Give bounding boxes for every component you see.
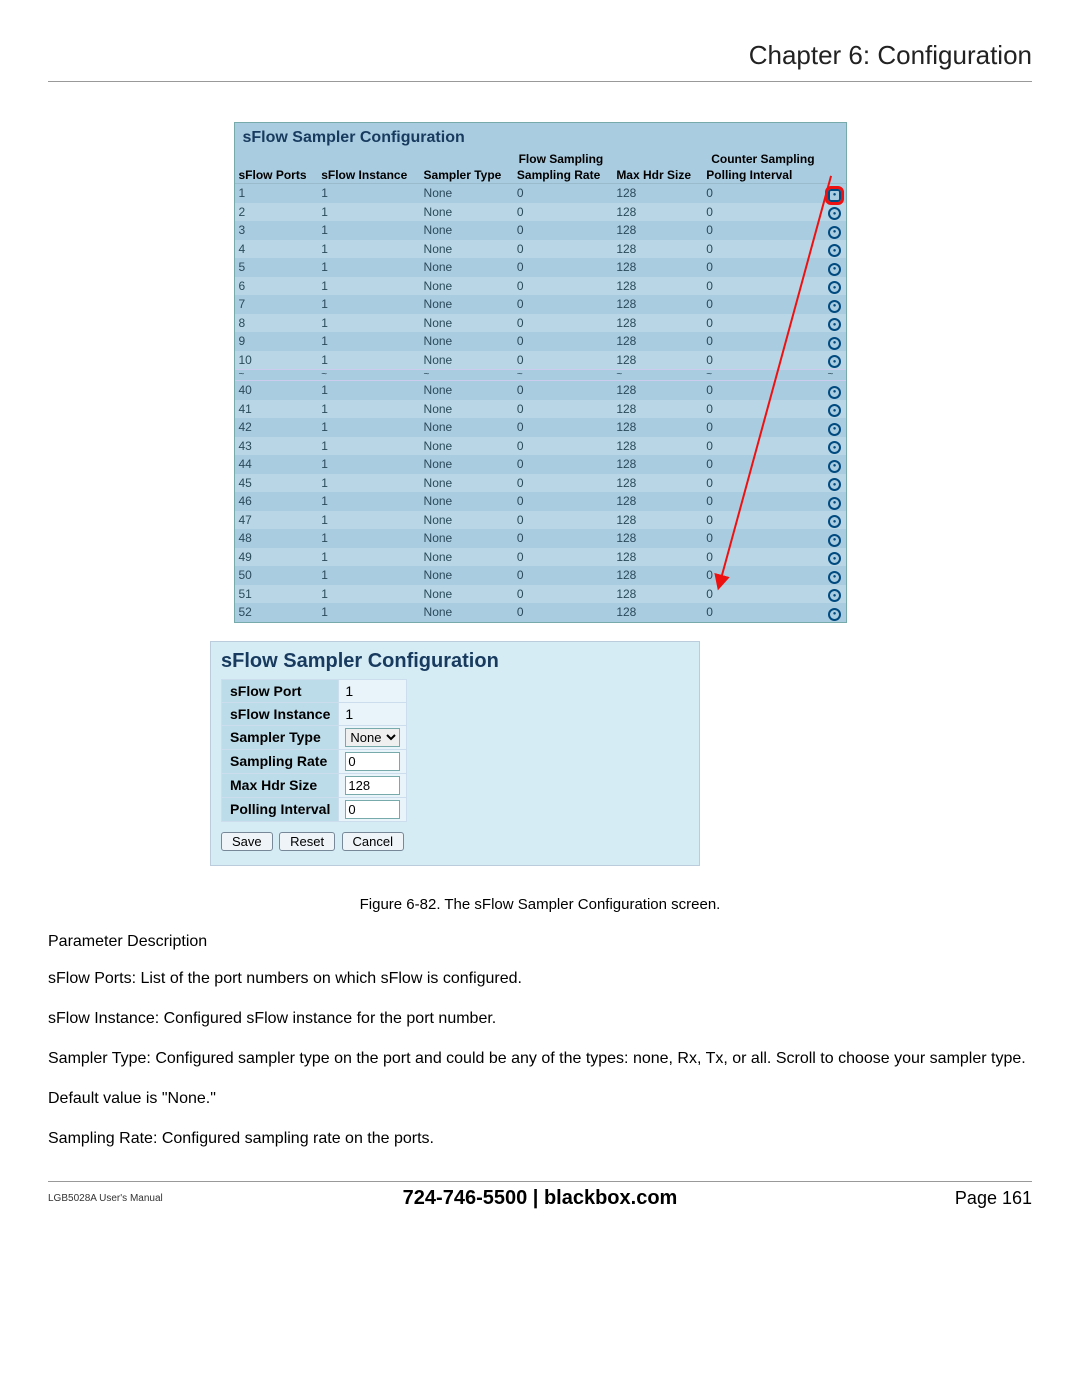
table-row: 31None01280 <box>235 221 846 240</box>
table-row: 81None01280 <box>235 314 846 333</box>
param-sflow-instance: sFlow Instance: Configured sFlow instanc… <box>48 1007 1032 1031</box>
col-sampling-rate: Sampling Rate <box>513 167 612 184</box>
table-row: 521None01280 <box>235 603 846 622</box>
lbl-sampling-rate: Sampling Rate <box>222 749 339 773</box>
edit-icon[interactable] <box>828 571 841 584</box>
table-row: 421None01280 <box>235 418 846 437</box>
edit-icon[interactable] <box>828 515 841 528</box>
table-row: 51None01280 <box>235 258 846 277</box>
table-row: 431None01280 <box>235 437 846 456</box>
save-button[interactable]: Save <box>221 832 273 851</box>
edit-icon[interactable] <box>828 478 841 491</box>
footer-manual: LGB5028A User's Manual <box>48 1193 163 1204</box>
footer-contact: 724-746-5500 | blackbox.com <box>403 1187 678 1210</box>
lbl-sampler-type: Sampler Type <box>222 725 339 749</box>
col-ports: sFlow Ports <box>235 151 318 184</box>
edit-icon[interactable] <box>828 226 841 239</box>
edit-icon[interactable] <box>828 404 841 417</box>
table-row: 91None01280 <box>235 332 846 351</box>
edit-icon[interactable] <box>828 460 841 473</box>
edit-icon[interactable] <box>828 263 841 276</box>
edit-icon[interactable] <box>828 589 841 602</box>
col-instance: sFlow Instance <box>317 151 419 184</box>
val-sflow-instance: 1 <box>339 702 407 725</box>
input-sampling-rate[interactable] <box>345 752 400 771</box>
table-row: 411None01280 <box>235 400 846 419</box>
edit-icon[interactable] <box>828 552 841 565</box>
edit-icon[interactable] <box>828 497 841 510</box>
table-row: 471None01280 <box>235 511 846 530</box>
table-row: 61None01280 <box>235 277 846 296</box>
detail-title: sFlow Sampler Configuration <box>221 650 689 673</box>
edit-icon[interactable] <box>828 608 841 621</box>
table-row: 71None01280 <box>235 295 846 314</box>
table-row: 461None01280 <box>235 492 846 511</box>
table-row: 101None01280 <box>235 351 846 370</box>
edit-icon[interactable] <box>828 534 841 547</box>
colgroup-counter: Counter Sampling <box>702 151 823 167</box>
table-row: 41None01280 <box>235 240 846 259</box>
lbl-sflow-port: sFlow Port <box>222 679 339 702</box>
table1-title: sFlow Sampler Configuration <box>235 123 846 151</box>
edit-icon[interactable] <box>828 355 841 368</box>
colgroup-flow: Flow Sampling <box>420 151 703 167</box>
reset-button[interactable]: Reset <box>279 832 335 851</box>
footer-page: Page 161 <box>955 1188 1032 1209</box>
param-default: Default value is "None." <box>48 1087 1032 1111</box>
chapter-title: Chapter 6: Configuration <box>48 40 1032 82</box>
col-max-hdr: Max Hdr Size <box>612 167 702 184</box>
lbl-polling-interval: Polling Interval <box>222 797 339 821</box>
page-footer: LGB5028A User's Manual 724-746-5500 | bl… <box>48 1181 1032 1209</box>
detail-table: sFlow Port 1 sFlow Instance 1 Sampler Ty… <box>221 679 407 822</box>
edit-icon[interactable] <box>828 386 841 399</box>
edit-icon[interactable] <box>828 281 841 294</box>
table-row: 511None01280 <box>235 585 846 604</box>
table-row: 401None01280 <box>235 381 846 400</box>
select-sampler-type[interactable]: None <box>345 728 400 747</box>
param-sflow-ports: sFlow Ports: List of the port numbers on… <box>48 967 1032 991</box>
table-row: 441None01280 <box>235 455 846 474</box>
table-row: 451None01280 <box>235 474 846 493</box>
table-row: 491None01280 <box>235 548 846 567</box>
cancel-button[interactable]: Cancel <box>342 832 404 851</box>
col-sampler-type: Sampler Type <box>420 167 513 184</box>
edit-icon[interactable] <box>828 441 841 454</box>
lbl-sflow-instance: sFlow Instance <box>222 702 339 725</box>
edit-icon[interactable] <box>828 300 841 313</box>
edit-icon[interactable] <box>828 318 841 331</box>
edit-icon[interactable] <box>828 207 841 220</box>
figure-caption: Figure 6-82. The sFlow Sampler Configura… <box>48 896 1032 913</box>
sflow-ports-table: sFlow Ports sFlow Instance Flow Sampling… <box>235 151 846 622</box>
lbl-max-hdr: Max Hdr Size <box>222 773 339 797</box>
param-sampler-type: Sampler Type: Configured sampler type on… <box>48 1047 1032 1071</box>
edit-icon[interactable] <box>828 423 841 436</box>
col-polling: Polling Interval <box>702 167 823 184</box>
table-row: 11None01280 <box>235 184 846 203</box>
edit-icon[interactable] <box>828 337 841 350</box>
edit-icon[interactable] <box>828 189 841 202</box>
table-row: 481None01280 <box>235 529 846 548</box>
param-sampling-rate: Sampling Rate: Configured sampling rate … <box>48 1127 1032 1151</box>
main-table-screenshot: sFlow Sampler Configuration sFlow Ports … <box>234 122 847 623</box>
edit-icon[interactable] <box>828 244 841 257</box>
val-sflow-port: 1 <box>339 679 407 702</box>
detail-panel-screenshot: sFlow Sampler Configuration sFlow Port 1… <box>210 641 700 866</box>
input-max-hdr[interactable] <box>345 776 400 795</box>
input-polling-interval[interactable] <box>345 800 400 819</box>
table-row: 501None01280 <box>235 566 846 585</box>
table-row: 21None01280 <box>235 203 846 222</box>
param-desc-heading: Parameter Description <box>48 933 1032 951</box>
